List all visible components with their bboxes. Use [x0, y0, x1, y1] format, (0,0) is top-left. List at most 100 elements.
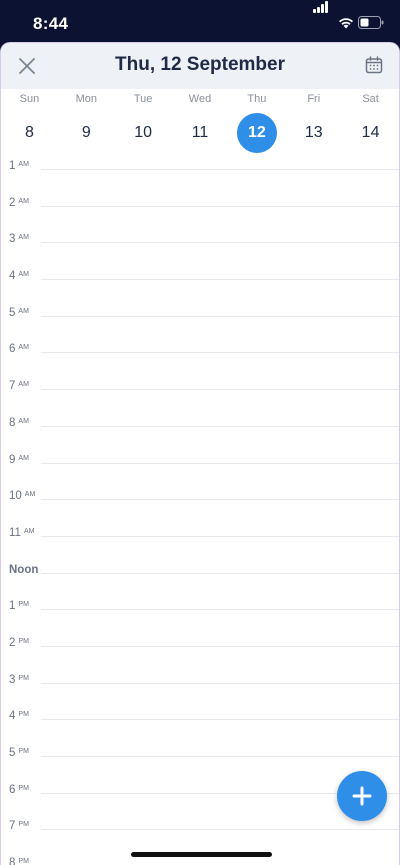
- hour-number: 2: [9, 636, 16, 649]
- hour-divider: [41, 609, 399, 611]
- hour-divider: [41, 425, 399, 427]
- hour-divider: [41, 389, 399, 391]
- hour-row[interactable]: 4 PM: [1, 710, 399, 756]
- page-title: Thu, 12 September: [115, 54, 285, 75]
- hour-number: 10: [9, 490, 22, 503]
- hour-suffix: PM: [18, 784, 29, 792]
- hour-suffix: AM: [18, 197, 29, 205]
- day-sat[interactable]: Sat 14: [342, 89, 399, 157]
- hour-suffix: AM: [18, 161, 29, 168]
- hour-number: 7: [9, 820, 16, 833]
- calendar-icon: [365, 56, 383, 74]
- hour-row[interactable]: 4 AM: [1, 270, 399, 316]
- hour-divider: [41, 279, 399, 281]
- day-name: Fri: [307, 93, 321, 105]
- hour-divider: [41, 499, 399, 501]
- hour-row[interactable]: 8 AM: [1, 417, 399, 463]
- hour-number: 5: [9, 306, 16, 319]
- day-view-sheet: Thu, 12 September Sun 8 Mon 9 Tue 10 Wed 11 Thu 1…: [0, 42, 400, 865]
- hour-divider: [41, 169, 399, 170]
- hour-divider: [41, 756, 399, 757]
- hour-grid[interactable]: 1 AM 2 AM 3 AM 4 AM 5 AM 6 AM 7 AM 8 AM 9 AM 10 AM 11 AM Noon 1…: [1, 157, 399, 865]
- hour-suffix: PM: [18, 637, 29, 645]
- day-number: 8: [24, 124, 34, 141]
- hour-suffix: AM: [18, 234, 29, 242]
- battery-icon: [358, 16, 384, 29]
- hour-label: 6 AM: [9, 343, 29, 355]
- hour-row[interactable]: 7 PM: [1, 820, 399, 865]
- hour-number: 4: [9, 270, 16, 283]
- hour-number: 5: [9, 747, 16, 759]
- plus-icon: [352, 786, 372, 806]
- hour-divider: [41, 719, 399, 721]
- hour-divider: [41, 242, 399, 244]
- hour-number: 9: [9, 453, 16, 466]
- header: Thu, 12 September: [1, 43, 399, 89]
- week-strip: Sun 8 Mon 9 Tue 10 Wed 11 Thu 12 Fri 13 Sat 14: [1, 89, 399, 157]
- hour-label: 4 PM: [9, 710, 29, 722]
- hour-row[interactable]: 3 PM: [1, 674, 399, 720]
- hour-suffix: AM: [24, 491, 36, 499]
- hour-suffix: PM: [18, 674, 29, 682]
- hour-suffix: PM: [18, 601, 29, 609]
- day-number: 13: [304, 124, 323, 141]
- hour-row[interactable]: 3 AM: [1, 233, 399, 279]
- hour-label: 1 PM: [9, 600, 29, 612]
- day-name: Mon: [75, 93, 97, 105]
- day-fri[interactable]: Fri 13: [285, 89, 342, 157]
- day-name: Tue: [133, 93, 153, 105]
- hour-row[interactable]: 11 AM: [1, 527, 399, 573]
- hour-label: 11 AM: [9, 527, 34, 539]
- day-sun[interactable]: Sun 8: [1, 89, 58, 157]
- hour-row[interactable]: 1 PM: [1, 600, 399, 646]
- hour-label: 2 PM: [9, 637, 29, 649]
- hour-number: 6: [9, 783, 16, 796]
- hour-suffix: PM: [18, 711, 29, 719]
- hour-number: 2: [9, 196, 16, 209]
- day-name: Thu: [247, 93, 267, 105]
- hour-number: 11: [9, 526, 21, 539]
- status-bar: 8:44: [0, 0, 400, 44]
- hour-divider: [41, 682, 399, 684]
- hour-suffix: AM: [18, 344, 29, 352]
- hour-divider: [41, 645, 399, 647]
- hour-suffix: PM: [18, 858, 29, 865]
- add-event-button[interactable]: [337, 771, 387, 821]
- day-tue[interactable]: Tue 10: [115, 89, 172, 157]
- hour-divider: [41, 462, 399, 464]
- day-number: 11: [191, 124, 209, 141]
- hour-row[interactable]: 1 AM: [1, 160, 399, 206]
- hour-row[interactable]: 9 AM: [1, 454, 399, 500]
- hour-label: 8 PM: [9, 857, 29, 865]
- hour-row[interactable]: 5 AM: [1, 307, 399, 353]
- hour-label: 9 AM: [9, 454, 29, 466]
- hour-suffix: PM: [18, 748, 29, 755]
- hour-number: 6: [9, 343, 16, 356]
- hour-divider: [41, 205, 399, 207]
- day-thu[interactable]: Thu 12: [228, 89, 285, 157]
- hour-number: 3: [9, 673, 16, 686]
- hour-label: 2 AM: [9, 197, 29, 209]
- hour-row[interactable]: 2 PM: [1, 637, 399, 683]
- hour-row[interactable]: 6 AM: [1, 343, 399, 389]
- day-name: Sat: [362, 93, 379, 105]
- hour-label: 6 PM: [9, 784, 29, 796]
- hour-row[interactable]: 2 AM: [1, 197, 399, 243]
- hour-number: 8: [9, 857, 16, 865]
- hour-label: 10 AM: [9, 490, 35, 502]
- hour-suffix: AM: [18, 417, 29, 425]
- home-indicator: [131, 852, 272, 857]
- hour-suffix: AM: [18, 454, 29, 462]
- selected-day-number: 12: [236, 113, 277, 153]
- day-name: Sun: [19, 93, 40, 105]
- hour-row[interactable]: Noon: [1, 564, 399, 610]
- day-mon[interactable]: Mon 9: [58, 89, 115, 157]
- hour-label: Noon: [9, 564, 41, 576]
- hour-label: 7 AM: [9, 380, 29, 392]
- day-name: Wed: [188, 93, 212, 105]
- hour-row[interactable]: 10 AM: [1, 490, 399, 536]
- hour-row[interactable]: 7 AM: [1, 380, 399, 426]
- day-wed[interactable]: Wed 11: [172, 89, 229, 157]
- hour-suffix: AM: [18, 307, 29, 315]
- calendar-button[interactable]: [363, 54, 385, 76]
